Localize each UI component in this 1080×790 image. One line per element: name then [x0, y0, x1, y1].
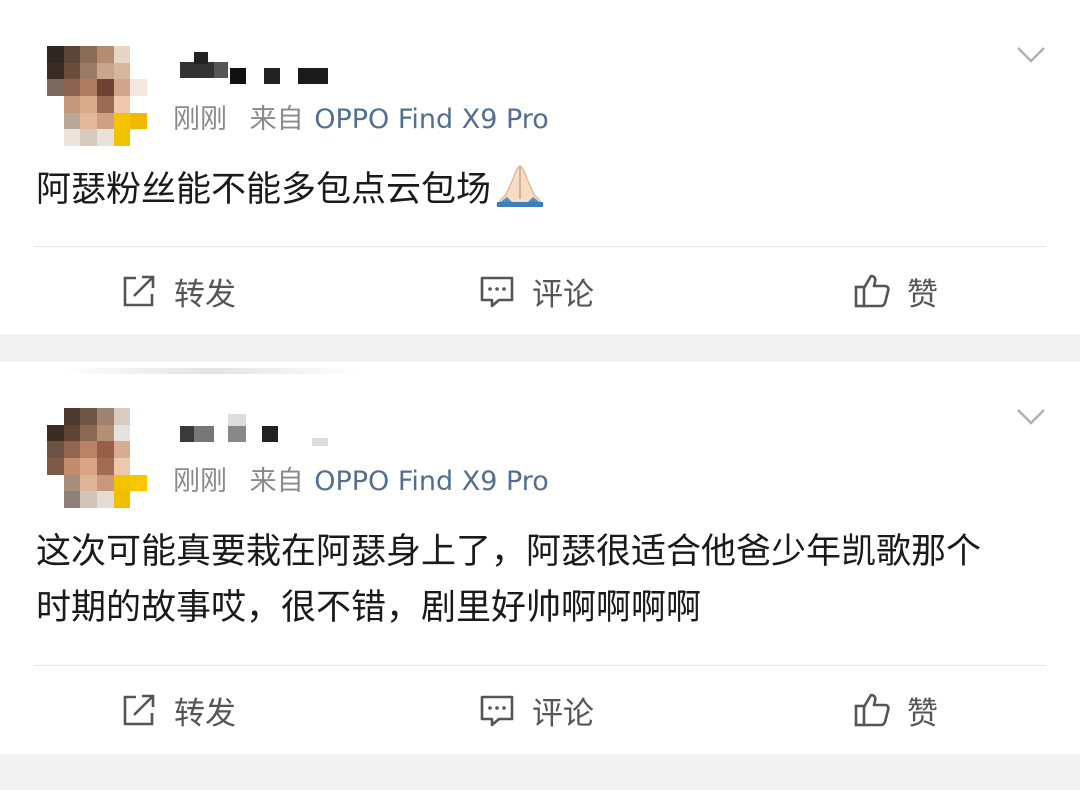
post-text: 这次可能真要栽在阿瑟身上了，阿瑟很适合他爸少年凯歌那个时期的故事哎，很不错，剧里…	[36, 532, 982, 628]
comment-button[interactable]: 评论	[478, 248, 594, 334]
comment-icon	[480, 695, 514, 727]
card-edge	[60, 368, 360, 374]
repost-icon	[123, 275, 155, 307]
post-device[interactable]: OPPO Find X9 Pro	[314, 104, 549, 135]
comment-button[interactable]: 评论	[478, 667, 594, 753]
action-bar: 转发 评论 赞	[0, 667, 1080, 753]
post-source-label: 来自	[249, 466, 304, 497]
divider	[34, 665, 1046, 666]
chevron-down-icon[interactable]	[1016, 406, 1046, 428]
thumbs-up-icon	[854, 693, 890, 727]
like-button[interactable]: 赞	[853, 667, 938, 753]
repost-icon	[123, 694, 155, 726]
chevron-down-icon[interactable]	[1016, 44, 1046, 66]
comment-icon	[480, 276, 514, 308]
action-bar: 转发 评论 赞	[0, 248, 1080, 334]
feed: 刚刚 来自 OPPO Find X9 Pro 阿瑟粉丝能不能多包点云包场 转发 …	[0, 0, 1080, 790]
repost-button[interactable]: 转发	[120, 667, 236, 753]
post-content[interactable]: 这次可能真要栽在阿瑟身上了，阿瑟很适合他爸少年凯歌那个时期的故事哎，很不错，剧里…	[36, 524, 1010, 636]
like-label: 赞	[907, 276, 938, 313]
post-content[interactable]: 阿瑟粉丝能不能多包点云包场	[36, 162, 1010, 218]
like-button[interactable]: 赞	[853, 248, 938, 334]
comment-label: 评论	[532, 695, 594, 732]
avatar[interactable]	[47, 46, 147, 146]
post-time: 刚刚	[173, 466, 227, 497]
post-card: 刚刚 来自 OPPO Find X9 Pro 阿瑟粉丝能不能多包点云包场 转发 …	[0, 0, 1080, 334]
repost-label: 转发	[174, 695, 236, 732]
divider	[34, 246, 1046, 247]
post-source-label: 来自	[249, 104, 304, 135]
post-text: 阿瑟粉丝能不能多包点云包场	[36, 170, 492, 210]
repost-label: 转发	[174, 276, 236, 313]
post-meta: 刚刚 来自 OPPO Find X9 Pro	[173, 97, 549, 136]
avatar[interactable]	[47, 408, 147, 508]
comment-label: 评论	[532, 276, 594, 313]
repost-button[interactable]: 转发	[120, 248, 236, 334]
like-label: 赞	[907, 695, 938, 732]
post-device[interactable]: OPPO Find X9 Pro	[314, 466, 549, 497]
post-card: 刚刚 来自 OPPO Find X9 Pro 这次可能真要栽在阿瑟身上了，阿瑟很…	[0, 362, 1080, 754]
post-meta: 刚刚 来自 OPPO Find X9 Pro	[173, 459, 549, 498]
post-time: 刚刚	[173, 104, 227, 135]
folded-hands-icon	[496, 165, 544, 207]
thumbs-up-icon	[854, 274, 890, 308]
